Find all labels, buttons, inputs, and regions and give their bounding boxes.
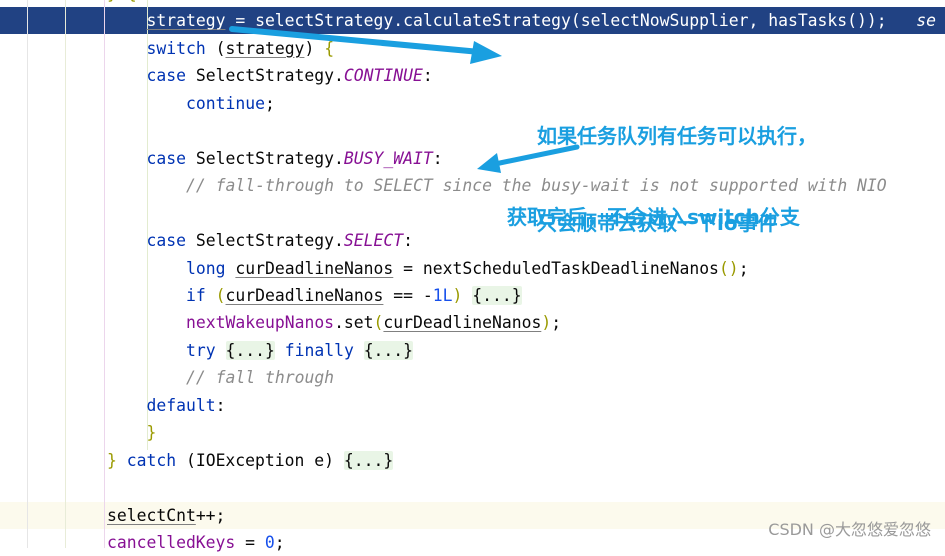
annotation-note-1-line-1: 如果任务队列有任务可以执行， xyxy=(537,124,817,148)
annotation-note-1: 如果任务队列有任务可以执行， 只会顺带去获取一下io事件 xyxy=(537,64,817,267)
annotation-note-2: 获取完后，不会进入switch分支 xyxy=(507,205,800,229)
arrow-1 xyxy=(229,26,502,64)
watermark: CSDN @大忽悠爱忽悠 xyxy=(768,520,931,539)
